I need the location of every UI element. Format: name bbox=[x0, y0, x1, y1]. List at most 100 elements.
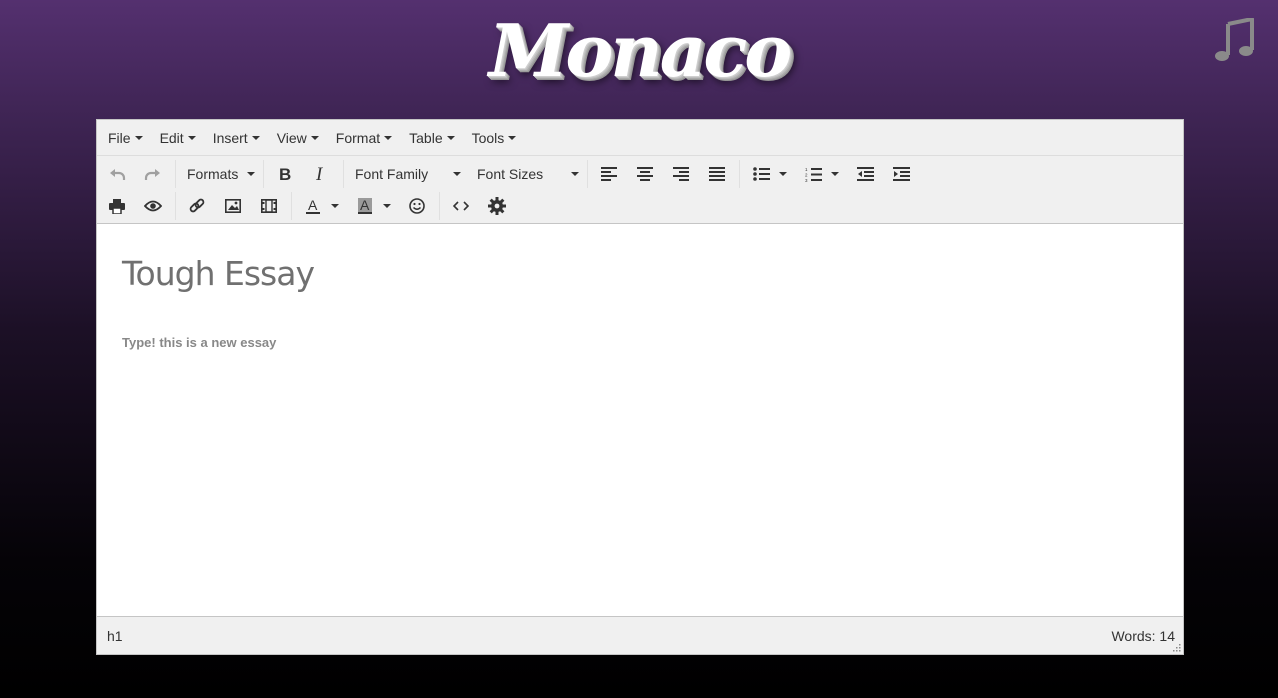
svg-text:A: A bbox=[308, 198, 318, 213]
caret-down-icon[interactable] bbox=[331, 204, 339, 208]
print-button[interactable] bbox=[101, 191, 133, 221]
menu-edit-label: Edit bbox=[159, 129, 184, 146]
caret-down-icon bbox=[571, 172, 579, 176]
indent-button[interactable] bbox=[885, 159, 917, 189]
font-family-dropdown[interactable]: Font Family bbox=[349, 159, 467, 189]
caret-down-icon[interactable] bbox=[383, 204, 391, 208]
align-center-button[interactable] bbox=[629, 159, 661, 189]
numbered-list-icon: 123 bbox=[805, 167, 822, 182]
background-color-icon: A bbox=[358, 198, 372, 214]
text-color-main[interactable]: A bbox=[297, 191, 329, 221]
outdent-button[interactable] bbox=[849, 159, 881, 189]
toolbar: Formats B I Font Family Font Sizes 1 2 3… bbox=[97, 156, 1183, 224]
element-path[interactable]: h1 bbox=[107, 628, 123, 644]
align-right-button[interactable] bbox=[665, 159, 697, 189]
preview-button[interactable] bbox=[137, 191, 169, 221]
numbered-list-button[interactable]: 123 bbox=[797, 159, 845, 189]
svg-text:A: A bbox=[360, 198, 370, 213]
align-justify-button[interactable] bbox=[701, 159, 733, 189]
toolbar-separator bbox=[343, 160, 344, 188]
undo-icon bbox=[110, 169, 126, 180]
menu-edit[interactable]: Edit bbox=[153, 123, 203, 153]
toolbar-separator bbox=[291, 192, 292, 220]
caret-down-icon bbox=[134, 135, 143, 140]
bold-button[interactable]: B bbox=[269, 159, 301, 189]
font-sizes-dropdown[interactable]: Font Sizes bbox=[471, 159, 585, 189]
toolbar-separator bbox=[587, 160, 588, 188]
menu-insert-label: Insert bbox=[212, 129, 248, 146]
menu-tools[interactable]: Tools bbox=[465, 123, 524, 153]
caret-down-icon bbox=[251, 135, 260, 140]
align-left-icon bbox=[601, 167, 617, 181]
caret-down-icon bbox=[446, 135, 455, 140]
music-note-icon[interactable] bbox=[1214, 18, 1254, 62]
indent-icon bbox=[892, 167, 910, 181]
toolbar-separator bbox=[263, 160, 264, 188]
undo-button[interactable] bbox=[101, 159, 133, 189]
caret-down-icon bbox=[310, 135, 319, 140]
link-icon bbox=[189, 198, 205, 213]
menu-insert[interactable]: Insert bbox=[206, 123, 267, 153]
menu-file[interactable]: File bbox=[101, 123, 150, 153]
svg-text:I: I bbox=[315, 166, 324, 182]
menu-tools-label: Tools bbox=[471, 129, 505, 146]
word-count: Words: 14 bbox=[1111, 627, 1175, 644]
caret-down-icon bbox=[384, 135, 393, 140]
align-justify-icon bbox=[709, 167, 725, 181]
print-icon bbox=[109, 198, 125, 214]
document-heading[interactable]: Tough Essay bbox=[122, 254, 1158, 293]
image-button[interactable] bbox=[217, 191, 249, 221]
statusbar: h1 Words: 14 bbox=[97, 616, 1183, 654]
caret-down-icon bbox=[453, 172, 461, 176]
formats-dropdown[interactable]: Formats bbox=[181, 159, 261, 189]
numbered-list-main[interactable]: 123 bbox=[797, 159, 829, 189]
resize-handle-icon[interactable] bbox=[1171, 642, 1181, 652]
formats-label: Formats bbox=[187, 166, 239, 182]
italic-button[interactable]: I bbox=[305, 159, 337, 189]
bold-icon: B bbox=[279, 166, 291, 182]
font-family-label: Font Family bbox=[355, 166, 429, 182]
svg-text:3: 3 bbox=[805, 178, 808, 182]
film-icon bbox=[261, 199, 277, 213]
svg-text:2: 2 bbox=[805, 172, 808, 177]
menu-table[interactable]: Table bbox=[402, 123, 461, 153]
background-color-main[interactable]: A bbox=[349, 191, 381, 221]
rich-text-editor: File Edit Insert View Format Table Tools… bbox=[96, 119, 1184, 655]
italic-icon: I bbox=[315, 166, 324, 182]
toolbar-row-2: A A bbox=[101, 191, 517, 221]
editor-content[interactable]: Tough Essay Type! this is a new essay bbox=[97, 224, 1183, 616]
caret-down-icon bbox=[187, 135, 196, 140]
link-button[interactable] bbox=[181, 191, 213, 221]
document-paragraph[interactable]: Type! this is a new essay bbox=[122, 335, 1158, 350]
menu-format[interactable]: Format bbox=[329, 123, 399, 153]
source-code-button[interactable] bbox=[445, 191, 477, 221]
bullet-list-main[interactable] bbox=[745, 159, 777, 189]
svg-text:1: 1 bbox=[805, 167, 808, 172]
code-icon bbox=[453, 201, 469, 211]
bullet-list-icon bbox=[752, 167, 770, 181]
settings-button[interactable] bbox=[481, 191, 513, 221]
bullet-list-button[interactable] bbox=[745, 159, 793, 189]
align-right-icon bbox=[673, 167, 689, 181]
background-color-button[interactable]: A bbox=[349, 191, 397, 221]
smiley-icon bbox=[409, 198, 425, 214]
caret-down-icon[interactable] bbox=[779, 172, 787, 176]
svg-text:B: B bbox=[279, 166, 291, 182]
toolbar-separator bbox=[175, 192, 176, 220]
caret-down-icon bbox=[247, 172, 255, 176]
redo-icon bbox=[144, 169, 160, 180]
media-button[interactable] bbox=[253, 191, 285, 221]
emoticons-button[interactable] bbox=[401, 191, 433, 221]
text-color-button[interactable]: A bbox=[297, 191, 345, 221]
toolbar-row-1: Formats B I Font Family Font Sizes 1 2 3 bbox=[101, 159, 921, 189]
gear-icon bbox=[488, 197, 506, 215]
menu-view[interactable]: View bbox=[270, 123, 326, 153]
menu-file-label: File bbox=[108, 129, 131, 146]
align-center-icon bbox=[637, 167, 653, 181]
toolbar-separator bbox=[175, 160, 176, 188]
app-logo: Monaco bbox=[488, 8, 793, 93]
caret-down-icon[interactable] bbox=[831, 172, 839, 176]
toolbar-separator bbox=[439, 192, 440, 220]
align-left-button[interactable] bbox=[593, 159, 625, 189]
redo-button[interactable] bbox=[137, 159, 169, 189]
